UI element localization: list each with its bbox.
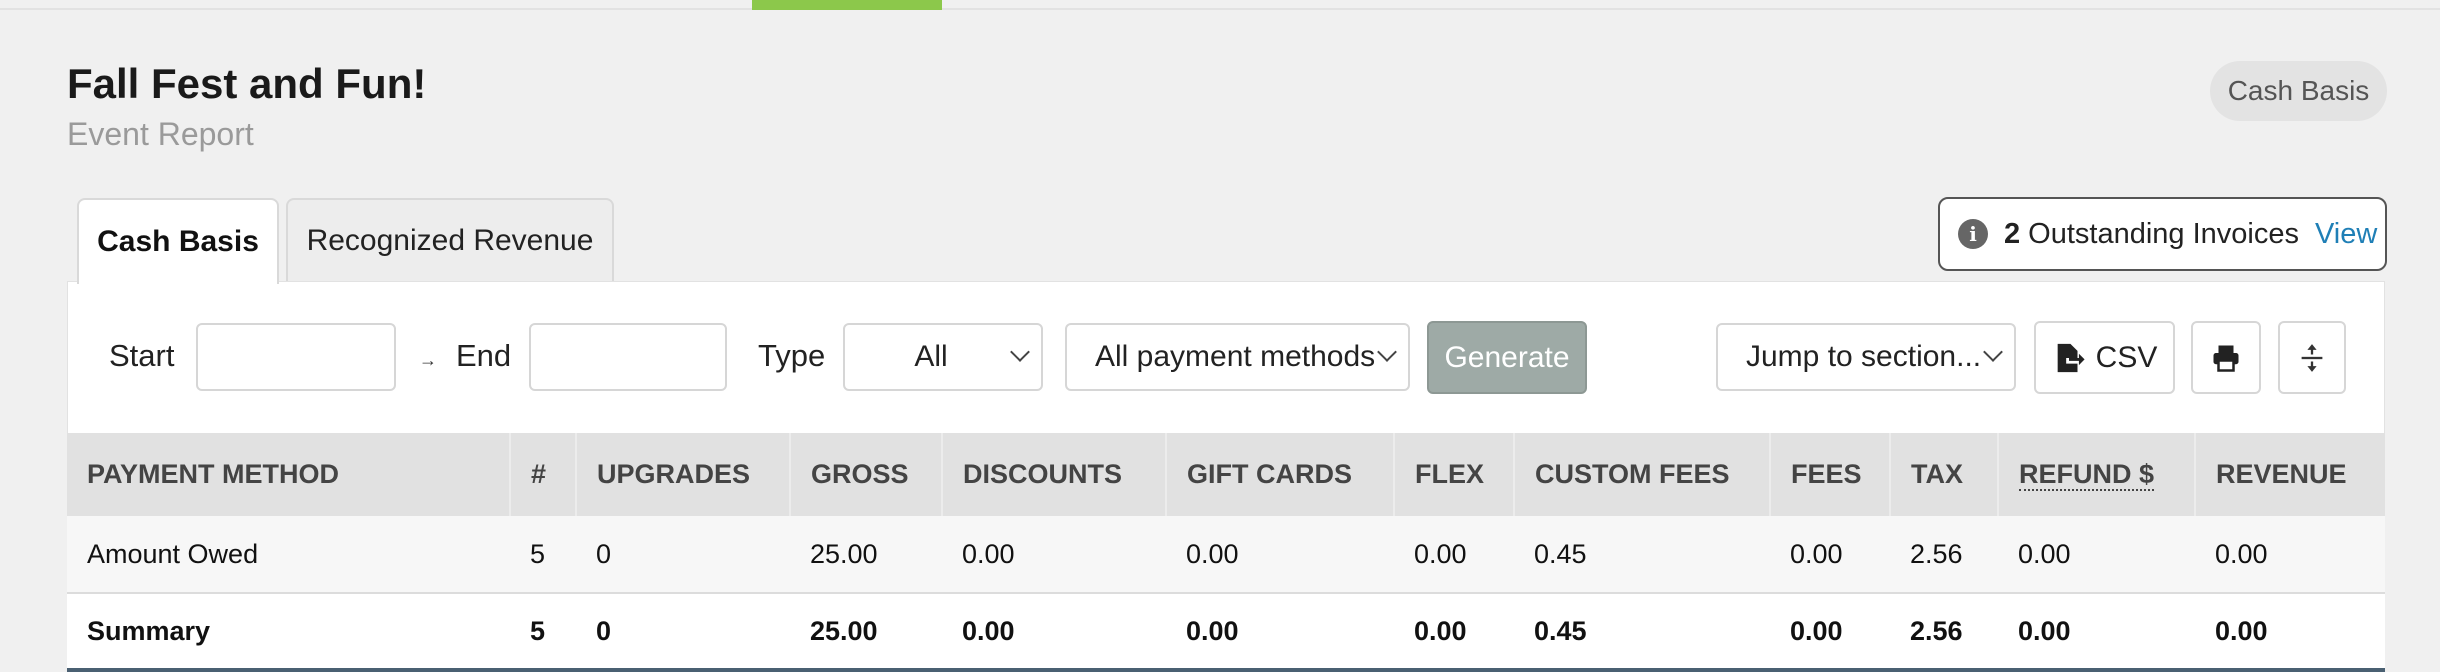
- basis-badge: Cash Basis: [2210, 61, 2387, 121]
- cell-refund: 0.00: [1998, 516, 2195, 594]
- jump-to-section-value: Jump to section...: [1746, 340, 1982, 373]
- csv-label: CSV: [2095, 340, 2158, 374]
- summary-gift-cards: 0.00: [1166, 593, 1394, 672]
- cell-revenue: 0.00: [2195, 516, 2385, 594]
- refund-header-tooltip[interactable]: REFUND $: [2019, 459, 2155, 491]
- summary-tax: 2.56: [1890, 593, 1998, 672]
- summary-count: 5: [510, 593, 576, 672]
- printer-icon: [2213, 345, 2239, 372]
- table-header-row: PAYMENT METHOD # UPGRADES GROSS DISCOUNT…: [67, 433, 2385, 516]
- col-refund[interactable]: REFUND $: [1998, 433, 2196, 516]
- cell-count: 5: [510, 516, 576, 594]
- invoice-count: 2: [2004, 217, 2021, 250]
- cell-tax: 2.56: [1890, 516, 1998, 594]
- expand-button[interactable]: [2278, 321, 2346, 394]
- cell-gross: 25.00: [790, 516, 942, 594]
- chevron-down-icon: [1983, 342, 2003, 362]
- print-button[interactable]: [2191, 321, 2261, 394]
- cell-upgrades: 0: [576, 516, 790, 594]
- cell-payment-method: Amount Owed: [67, 516, 510, 594]
- summary-custom-fees: 0.45: [1514, 593, 1770, 672]
- col-fees[interactable]: FEES: [1770, 433, 1891, 516]
- col-revenue[interactable]: REVENUE: [2195, 433, 2385, 516]
- payment-report-table: PAYMENT METHOD # UPGRADES GROSS DISCOUNT…: [67, 433, 2385, 672]
- cell-custom-fees: 0.45: [1514, 516, 1770, 594]
- top-nav-strip: [0, 0, 2440, 10]
- col-payment-method[interactable]: PAYMENT METHOD: [67, 433, 511, 516]
- payment-method-select[interactable]: All payment methods: [1065, 323, 1410, 391]
- col-count[interactable]: #: [510, 433, 577, 516]
- range-arrow: →: [419, 350, 437, 370]
- outstanding-invoices-notice: i 2 Outstanding Invoices View: [1938, 197, 2387, 271]
- summary-row: Summary 5 0 25.00 0.00 0.00 0.00 0.45 0.…: [67, 593, 2385, 672]
- type-select-value: All: [914, 340, 948, 373]
- type-select[interactable]: All: [843, 323, 1043, 391]
- expand-vertical-icon: [2301, 343, 2323, 372]
- end-date-input[interactable]: [529, 323, 727, 391]
- jump-to-section-select[interactable]: Jump to section...: [1716, 323, 2016, 391]
- start-label: Start: [109, 338, 175, 373]
- active-nav-indicator: [752, 0, 942, 10]
- csv-export-button[interactable]: CSV: [2034, 321, 2175, 394]
- summary-upgrades: 0: [576, 593, 790, 672]
- summary-fees: 0.00: [1770, 593, 1890, 672]
- generate-button[interactable]: Generate: [1427, 321, 1587, 394]
- file-export-icon: [2057, 343, 2085, 372]
- page-title: Fall Fest and Fun!: [67, 60, 427, 107]
- summary-label: Summary: [67, 593, 510, 672]
- summary-flex: 0.00: [1394, 593, 1514, 672]
- cell-fees: 0.00: [1770, 516, 1890, 594]
- col-upgrades[interactable]: UPGRADES: [576, 433, 791, 516]
- page-subtitle: Event Report: [67, 116, 254, 152]
- type-label: Type: [758, 338, 826, 373]
- col-custom-fees[interactable]: CUSTOM FEES: [1514, 433, 1771, 516]
- col-tax[interactable]: TAX: [1890, 433, 1999, 516]
- info-icon: i: [1958, 219, 1988, 249]
- payment-method-value: All payment methods: [1095, 340, 1376, 373]
- summary-revenue: 0.00: [2195, 593, 2385, 672]
- invoice-text: Outstanding Invoices: [2028, 217, 2299, 250]
- view-invoices-link[interactable]: View: [2315, 218, 2377, 251]
- cell-discounts: 0.00: [942, 516, 1166, 594]
- end-label: End: [456, 338, 512, 373]
- start-date-input[interactable]: [196, 323, 396, 391]
- table-row: Amount Owed 5 0 25.00 0.00 0.00 0.00 0.4…: [67, 516, 2385, 594]
- cell-gift-cards: 0.00: [1166, 516, 1394, 594]
- col-gross[interactable]: GROSS: [790, 433, 943, 516]
- col-flex[interactable]: FLEX: [1394, 433, 1515, 516]
- chevron-down-icon: [1010, 342, 1030, 362]
- summary-discounts: 0.00: [942, 593, 1166, 672]
- summary-gross: 25.00: [790, 593, 942, 672]
- col-discounts[interactable]: DISCOUNTS: [942, 433, 1167, 516]
- tab-recognized-revenue[interactable]: Recognized Revenue: [286, 198, 614, 282]
- tab-cash-basis[interactable]: Cash Basis: [77, 198, 279, 284]
- chevron-down-icon: [1377, 342, 1397, 362]
- cell-flex: 0.00: [1394, 516, 1514, 594]
- col-gift-cards[interactable]: GIFT CARDS: [1166, 433, 1395, 516]
- summary-refund: 0.00: [1998, 593, 2195, 672]
